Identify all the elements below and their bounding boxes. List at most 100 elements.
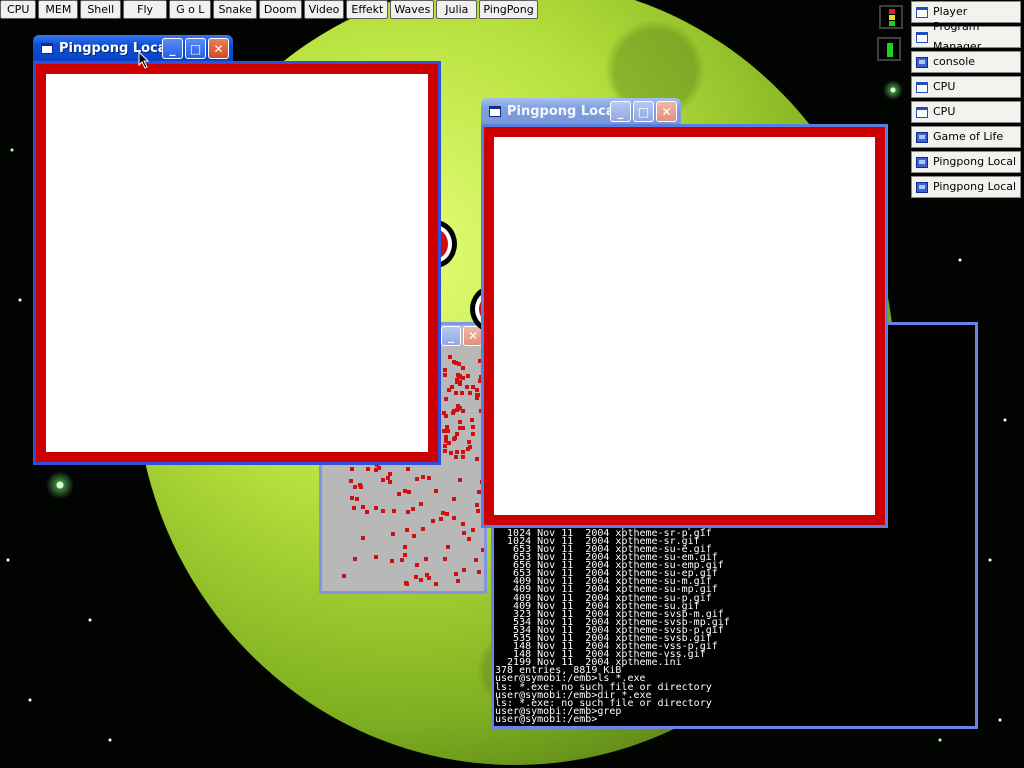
close-button[interactable]: ✕	[208, 38, 229, 59]
task-pingpong-local-1[interactable]: Pingpong Local	[911, 151, 1021, 173]
gol-cell	[434, 582, 438, 586]
gol-cell	[461, 522, 465, 526]
mouse-cursor-icon	[138, 51, 150, 69]
gol-cell	[467, 537, 471, 541]
window-icon	[916, 81, 928, 93]
gol-cell	[366, 467, 370, 471]
pingpong-1-titlebar[interactable]: Pingpong Local _ □ ✕	[33, 35, 233, 61]
task-cpu-1[interactable]: CPU	[911, 76, 1021, 98]
computer-icon	[916, 181, 928, 193]
gol-cell	[353, 485, 357, 489]
gol-cell	[406, 467, 410, 471]
gol-cell	[403, 545, 407, 549]
gol-cell	[425, 573, 429, 577]
gol-cell	[447, 441, 451, 445]
launch-snake-button[interactable]: Snake	[213, 0, 257, 19]
launch-mem-button[interactable]: MEM	[38, 0, 79, 19]
pingpong-1-title: Pingpong Local	[59, 40, 172, 56]
gol-cell	[449, 451, 453, 455]
gol-cell	[454, 391, 458, 395]
pingpong-2-frame	[481, 124, 888, 528]
gol-cell	[405, 582, 409, 586]
task-game-of-life[interactable]: Game of Life	[911, 126, 1021, 148]
computer-icon	[916, 156, 928, 168]
pingpong-2-title: Pingpong Local	[507, 103, 620, 119]
gol-cell	[468, 391, 472, 395]
gol-cell	[453, 436, 457, 440]
gol-cell	[446, 545, 450, 549]
gol-cell	[397, 492, 401, 496]
gol-cell	[455, 450, 459, 454]
gol-cell	[349, 479, 353, 483]
pingpong-window-1[interactable]: Pingpong Local _ □ ✕	[33, 35, 441, 465]
gol-cell	[466, 374, 470, 378]
gol-cell	[411, 507, 415, 511]
gol-cell	[374, 555, 378, 559]
gol-cell	[388, 480, 392, 484]
task-program-manager[interactable]: Program Manager	[911, 20, 1021, 53]
task-pingpong-local-2[interactable]: Pingpong Local	[911, 176, 1021, 198]
gol-cell	[361, 536, 365, 540]
launch-cpu-button[interactable]: CPU	[0, 0, 37, 19]
maximize-button[interactable]: □	[185, 38, 206, 59]
task-console[interactable]: console	[911, 51, 1021, 73]
window-icon	[916, 106, 928, 118]
gol-cell	[419, 502, 423, 506]
window-icon	[41, 42, 53, 54]
gol-cell	[455, 432, 459, 436]
gol-cell	[434, 489, 438, 493]
gol-cell	[444, 414, 448, 418]
pingpong-2-court[interactable]	[494, 137, 875, 515]
gol-cell	[406, 510, 410, 514]
gol-cell	[468, 445, 472, 449]
window-icon	[916, 6, 928, 18]
gol-cell	[467, 440, 471, 444]
gol-cell	[452, 516, 456, 520]
launch-gol-button[interactable]: G o L	[169, 0, 212, 19]
launch-julia-button[interactable]: Julia	[436, 0, 478, 19]
gol-cell	[475, 457, 479, 461]
gol-cell	[421, 527, 425, 531]
gol-minimize-button[interactable]: _	[441, 326, 461, 346]
gol-cell	[353, 557, 357, 561]
launch-fly-button[interactable]: Fly	[123, 0, 168, 19]
pingpong-window-2[interactable]: Pingpong Local _ □ ✕	[481, 98, 888, 528]
launch-pingpong-button[interactable]: PingPong	[479, 0, 538, 19]
cpu-monitor-icon[interactable]	[879, 5, 903, 29]
gol-cell	[365, 510, 369, 514]
minimize-button[interactable]: _	[610, 101, 631, 122]
launch-doom-button[interactable]: Doom	[258, 0, 302, 19]
gol-cell	[448, 355, 452, 359]
pingpong-2-titlebar[interactable]: Pingpong Local _ □ ✕	[481, 98, 681, 124]
launch-video-button[interactable]: Video	[303, 0, 345, 19]
pingpong-1-court[interactable]	[46, 74, 428, 452]
gol-cell	[392, 509, 396, 513]
gol-cell	[361, 505, 365, 509]
gol-cell	[456, 579, 460, 583]
gol-cell	[407, 490, 411, 494]
launch-shell-button[interactable]: Shell	[80, 0, 122, 19]
launch-effekt-button[interactable]: Effekt	[346, 0, 389, 19]
task-cpu-2[interactable]: CPU	[911, 101, 1021, 123]
gol-cell	[454, 572, 458, 576]
gol-cell	[390, 559, 394, 563]
gol-cell	[445, 512, 449, 516]
gol-cell	[415, 477, 419, 481]
gol-cell	[462, 531, 466, 535]
gol-cell	[470, 418, 474, 422]
gol-cell	[451, 411, 455, 415]
gol-cell	[359, 485, 363, 489]
computer-icon	[916, 131, 928, 143]
maximize-button[interactable]: □	[633, 101, 654, 122]
gol-cell	[400, 558, 404, 562]
launch-waves-button[interactable]: Waves	[390, 0, 435, 19]
gol-cell	[444, 397, 448, 401]
mem-monitor-icon[interactable]	[877, 37, 901, 61]
window-icon	[489, 105, 501, 117]
gol-cell	[352, 506, 356, 510]
close-button[interactable]: ✕	[656, 101, 677, 122]
gol-cell	[475, 503, 479, 507]
gol-cell	[457, 362, 461, 366]
minimize-button[interactable]: _	[162, 38, 183, 59]
desktop: CPU MEM Shell Fly G o L Snake Doom Video…	[0, 0, 1024, 768]
